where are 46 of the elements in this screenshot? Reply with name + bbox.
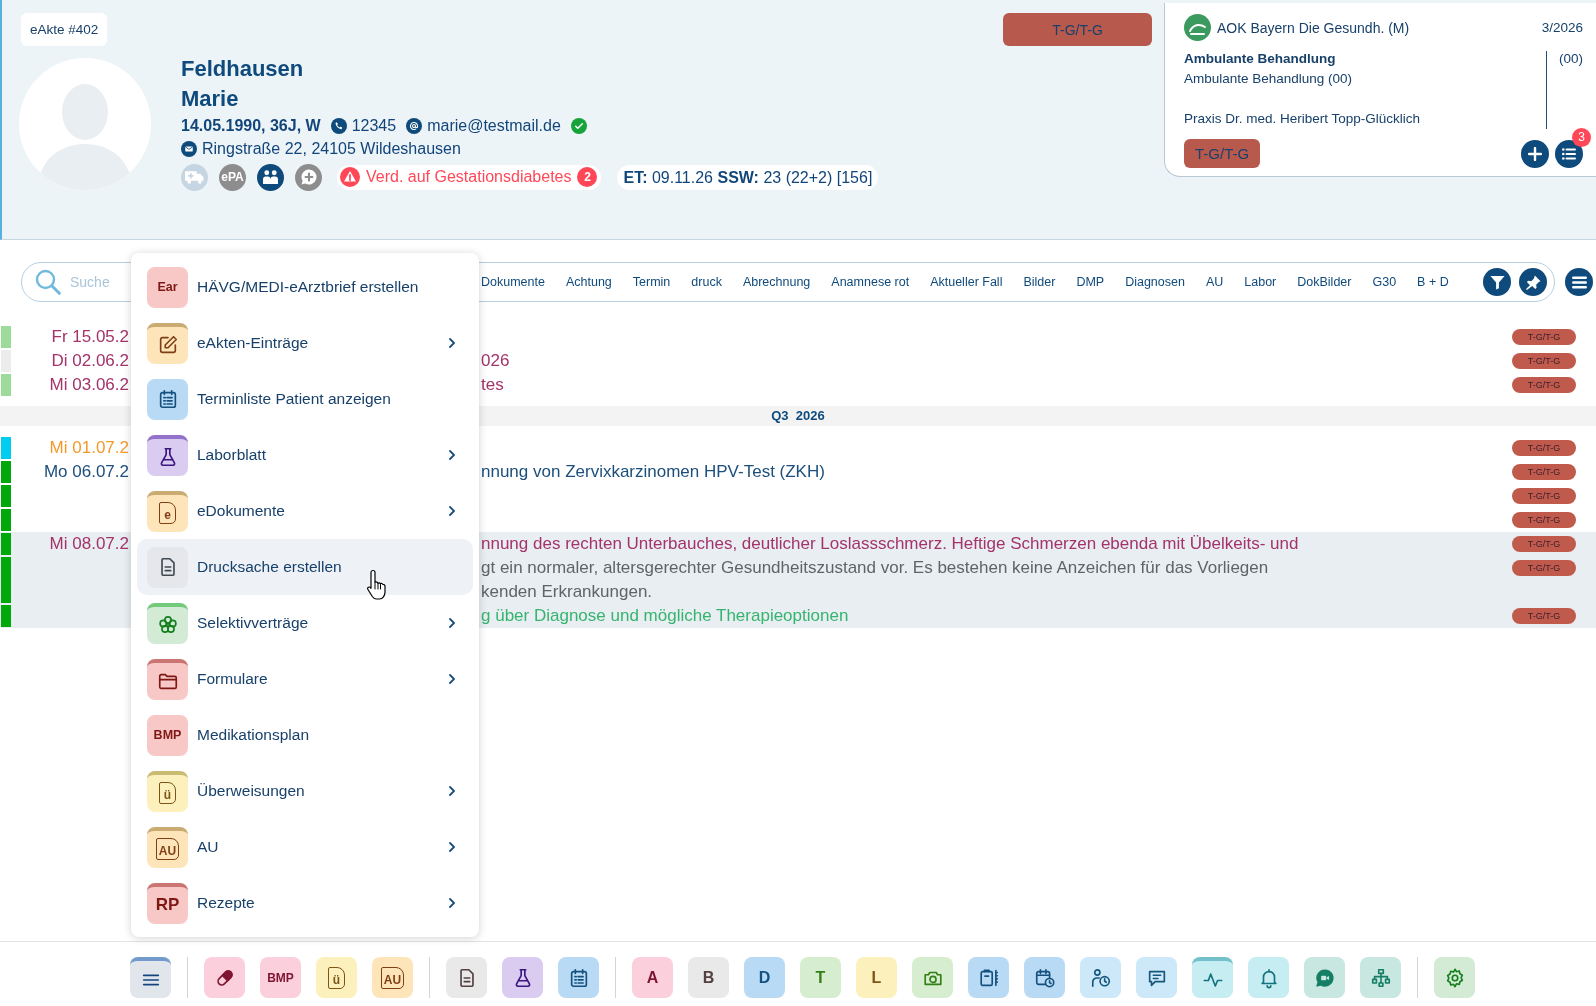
case-tag: T-G/T-G <box>1512 464 1576 480</box>
patient-last-name: Feldhausen <box>181 55 305 83</box>
entry-text: nnung des rechten Unterbauches, deutlicher Loslassschmerz. Heftige Schmerzen ebenda mit Übelkeits- und <box>481 533 1300 555</box>
case-tag: T-G/T-G <box>1512 377 1576 393</box>
patient-first-name: Marie <box>181 85 240 113</box>
case-tag: T-G/T-G <box>1512 536 1576 552</box>
address-text: Ringstraße 22, 24105 Wildeshausen <box>202 139 461 159</box>
entry-text: 026 <box>481 350 511 372</box>
abbreviation-tile: BMP <box>147 714 188 756</box>
abbreviation-tile: Ear <box>147 266 188 308</box>
treatment-code: (00) <box>1559 50 1583 68</box>
entry-text: gt ein normaler, altersgerechter Gesundheitszustand vor. Es bestehen keine Anzeichen für das Vorliegen kenden Erkrankungen. <box>481 557 1270 603</box>
visit-date: Mi 01.07.2 <box>49 438 129 457</box>
case-tag: T-G/T-G <box>1512 512 1576 528</box>
case-tag: T-G/T-G <box>1512 329 1576 345</box>
document-letters-icon: e <box>147 490 188 532</box>
entry-text: g über Diagnose und mögliche Therapieoptionen <box>481 605 850 627</box>
count-badge: 3 <box>1572 127 1591 147</box>
visit-date: Mi 03.06.2 <box>49 375 129 394</box>
case-tag: T-G/T-G <box>1512 488 1576 504</box>
case-tag: T-G/T-G <box>1512 608 1576 624</box>
visit-date: Di 02.06.2 <box>51 351 129 370</box>
email-address: marie@testmail.de <box>427 116 561 136</box>
pregnancy-info: ET: 09.11.26 SSW: 23 (22+2) [156] <box>617 164 879 190</box>
record-number-label: eAkte #402 <box>21 13 108 46</box>
case-tag: T-G/T-G <box>1512 440 1576 456</box>
document-letters-icon: ü <box>147 770 188 812</box>
diagnosis-warning-text: Verd. auf Gestationsdiabetes <box>366 168 572 186</box>
entry-text: nnung von Zervixkarzinomen HPV-Test (ZKH) <box>481 461 826 483</box>
abbreviation-tile: RP <box>147 882 188 924</box>
phone-number: 12345 <box>351 116 397 136</box>
visit-date: Mo 06.07.2 <box>43 462 129 481</box>
treatment-title: Ambulante Behandlung <box>1184 50 1337 68</box>
insurer-name: AOK Bayern Die Gesundh. (M) <box>1217 19 1410 36</box>
case-tag: T-G/T-G <box>1184 139 1261 168</box>
birth-info-text: 14.05.1990, 36J, W <box>181 116 321 136</box>
case-tag: T-G/T-G <box>1512 353 1576 369</box>
quarter-label: 3/2026 <box>1541 20 1583 35</box>
visit-date: Mi 08.07.2 <box>49 534 129 553</box>
practice-name: Praxis Dr. med. Heribert Topp-Glücklich <box>1184 110 1422 128</box>
visit-date: Fr 15.05.2 <box>51 327 129 346</box>
case-tag: T-G/T-G <box>1512 560 1576 576</box>
document-letters-icon: AU <box>147 826 188 868</box>
treatment-text: Ambulante Behandlung (00) <box>1184 70 1354 88</box>
count-badge: 2 <box>577 167 598 187</box>
entry-text: tes <box>481 374 505 396</box>
